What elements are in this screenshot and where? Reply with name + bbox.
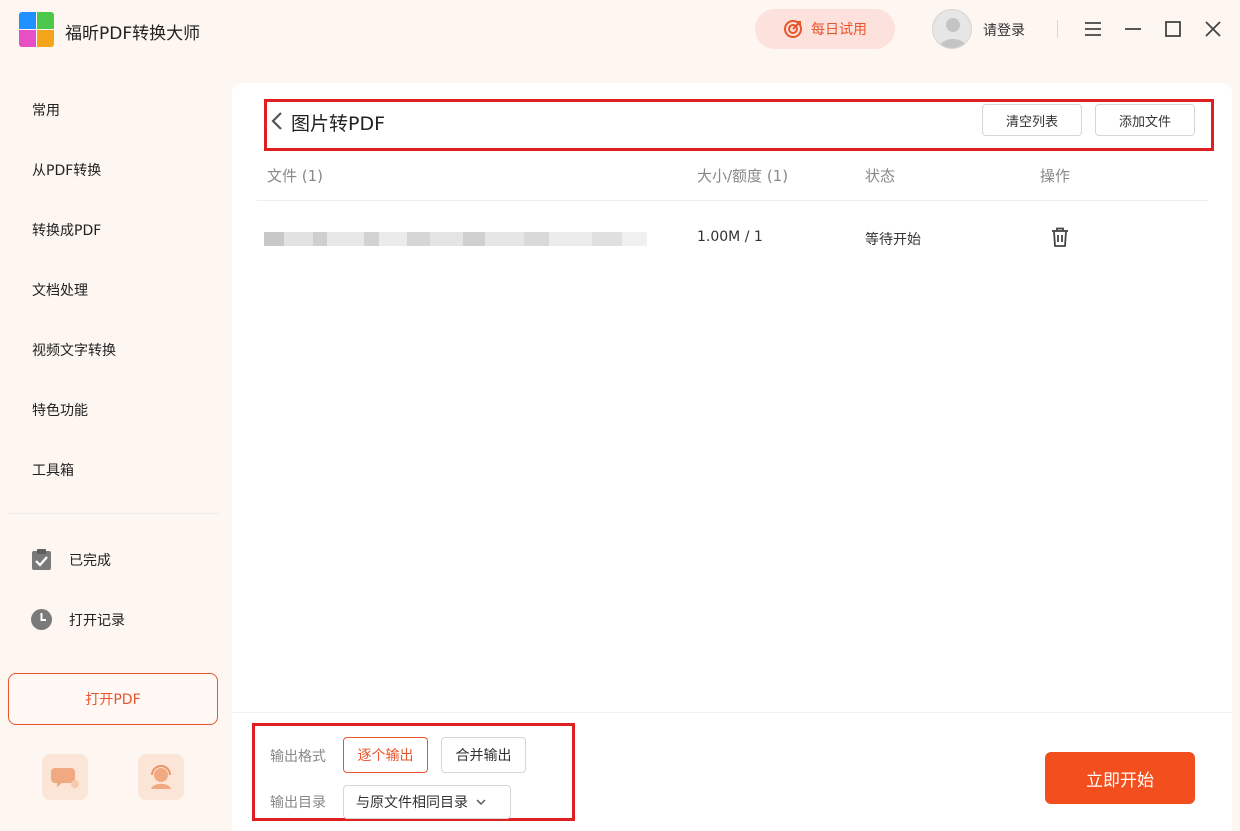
output-merge-button[interactable]: 合并输出 — [441, 737, 526, 773]
start-button[interactable]: 立即开始 — [1045, 752, 1195, 804]
maximize-icon[interactable] — [1158, 14, 1188, 44]
target-icon — [784, 20, 802, 38]
close-icon[interactable] — [1198, 14, 1228, 44]
daily-trial-label: 每日试用 — [811, 22, 867, 38]
clipboard-check-icon — [32, 549, 51, 570]
back-chevron-icon[interactable] — [270, 111, 284, 131]
sidebar-item-video-text[interactable]: 视频文字转换 — [32, 340, 116, 360]
sidebar-item-toolbox[interactable]: 工具箱 — [32, 460, 74, 480]
add-file-button[interactable]: 添加文件 — [1095, 104, 1195, 136]
open-pdf-button[interactable]: 打开PDF — [8, 673, 218, 725]
app-title: 福昕PDF转换大师 — [65, 24, 201, 44]
user-avatar-icon[interactable] — [932, 9, 972, 49]
clock-icon — [31, 609, 52, 630]
bottom-bar: 输出格式 逐个输出 合并输出 输出目录 与原文件相同目录 立即开始 — [232, 712, 1232, 831]
history-label: 打开记录 — [69, 612, 125, 629]
chat-icon[interactable] — [42, 754, 88, 800]
output-directory-label: 输出目录 — [270, 795, 326, 811]
output-directory-value: 与原文件相同目录 — [356, 795, 468, 811]
sidebar: 常用 从PDF转换 转换成PDF 文档处理 视频文字转换 特色功能 工具箱 已完… — [0, 60, 232, 831]
sidebar-item-history[interactable]: 打开记录 — [30, 608, 125, 631]
trash-icon[interactable] — [1049, 226, 1071, 248]
sidebar-item-common[interactable]: 常用 — [32, 100, 60, 120]
sidebar-item-completed[interactable]: 已完成 — [30, 548, 111, 571]
clear-list-button[interactable]: 清空列表 — [982, 104, 1082, 136]
column-header-status: 状态 — [865, 167, 896, 185]
login-link[interactable]: 请登录 — [983, 20, 1025, 40]
file-status-cell: 等待开始 — [865, 232, 921, 248]
minimize-icon[interactable] — [1118, 14, 1148, 44]
output-individual-button[interactable]: 逐个输出 — [343, 737, 428, 773]
sidebar-item-features[interactable]: 特色功能 — [32, 400, 88, 420]
column-header-action: 操作 — [1040, 167, 1071, 185]
chevron-down-icon — [476, 799, 486, 805]
column-header-file: 文件 (1) — [267, 167, 324, 185]
titlebar-divider — [1057, 20, 1058, 38]
output-format-label: 输出格式 — [270, 749, 326, 765]
sidebar-item-from-pdf[interactable]: 从PDF转换 — [32, 160, 101, 180]
sidebar-item-to-pdf[interactable]: 转换成PDF — [32, 220, 101, 240]
customer-service-icon[interactable] — [138, 754, 184, 800]
output-directory-select[interactable]: 与原文件相同目录 — [343, 785, 511, 819]
title-bar: 福昕PDF转换大师 每日试用 请登录 — [0, 0, 1240, 60]
daily-trial-button[interactable]: 每日试用 — [755, 9, 895, 49]
sidebar-item-document-processing[interactable]: 文档处理 — [32, 280, 88, 300]
sidebar-divider — [8, 513, 219, 514]
page-title: 图片转PDF — [291, 113, 386, 135]
blurred-file-name — [264, 228, 647, 250]
menu-icon[interactable] — [1078, 14, 1108, 44]
column-header-size: 大小/额度 (1) — [697, 167, 789, 185]
completed-label: 已完成 — [69, 552, 111, 569]
file-size-cell: 1.00M / 1 — [697, 229, 763, 245]
table-header-divider — [257, 200, 1208, 201]
app-logo-icon — [19, 12, 54, 47]
